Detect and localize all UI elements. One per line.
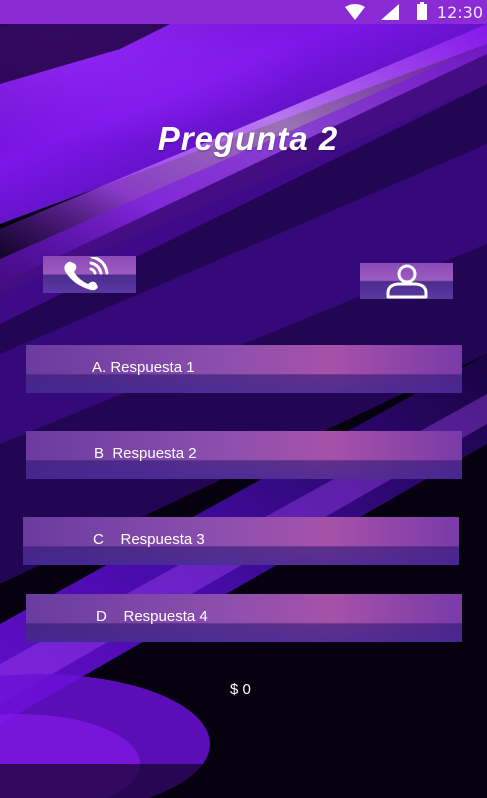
call-lifeline-button[interactable]: [43, 256, 136, 293]
answer-a-button[interactable]: A. Respuesta 1: [26, 345, 462, 393]
phone-call-icon: [64, 257, 109, 291]
status-bar: 12:30: [0, 0, 487, 24]
answer-c-button[interactable]: C Respuesta 3: [23, 517, 459, 565]
signal-icon: [381, 4, 399, 20]
answer-c-label: C Respuesta 3: [93, 531, 205, 548]
audience-lifeline-button[interactable]: [360, 263, 453, 299]
battery-icon: [417, 2, 427, 20]
prize-amount: $ 0: [230, 681, 251, 698]
answer-a-label: A. Respuesta 1: [92, 359, 195, 376]
answer-d-label: D Respuesta 4: [96, 608, 208, 625]
answer-b-button[interactable]: B Respuesta 2: [26, 431, 462, 479]
answer-d-button[interactable]: D Respuesta 4: [26, 594, 462, 642]
person-icon: [386, 264, 428, 299]
answer-b-label: B Respuesta 2: [94, 445, 197, 462]
question-title: Pregunta 2: [157, 120, 339, 157]
status-time: 12:30: [436, 3, 483, 22]
wifi-icon: [345, 4, 365, 20]
